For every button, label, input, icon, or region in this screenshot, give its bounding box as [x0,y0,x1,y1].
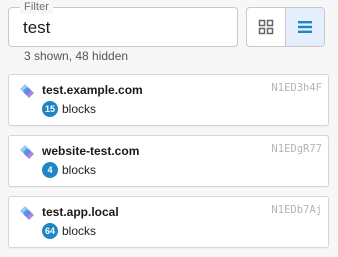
item-name: website-test.com [42,144,140,158]
results-summary: 3 shown, 48 hidden [24,49,129,63]
blocks-label: blocks [62,102,97,116]
filter-label: Filter [20,0,54,14]
blocks-label: blocks [62,224,97,238]
list-item[interactable]: test.example.com N1ED3h4F 15 blocks [8,74,329,126]
block-count: 15 blocks [42,101,96,117]
view-toggle [246,7,325,47]
item-name: test.app.local [42,205,119,219]
block-count: 64 blocks [42,223,96,239]
block-count: 4 blocks [42,162,96,178]
brand-logo-icon [20,145,34,159]
blocks-label: blocks [62,163,97,177]
grid-view-button[interactable] [247,8,286,46]
list-item[interactable]: test.app.local N1EDb7Aj 64 blocks [8,196,329,248]
filter-field[interactable]: Filter [8,0,238,47]
item-name: test.example.com [42,83,143,97]
count-badge: 64 [42,223,58,239]
filter-input[interactable] [23,16,223,40]
brand-logo-icon [20,84,34,98]
grid-view-icon [258,19,274,35]
list-view-button[interactable] [286,8,324,46]
list-item[interactable]: website-test.com N1EDgR77 4 blocks [8,135,329,187]
count-badge: 15 [42,101,58,117]
list-view-icon [298,21,312,33]
count-badge: 4 [42,162,58,178]
brand-logo-icon [20,206,34,220]
item-id: N1ED3h4F [271,82,322,94]
item-id: N1EDgR77 [271,143,322,155]
item-id: N1EDb7Aj [271,204,322,216]
